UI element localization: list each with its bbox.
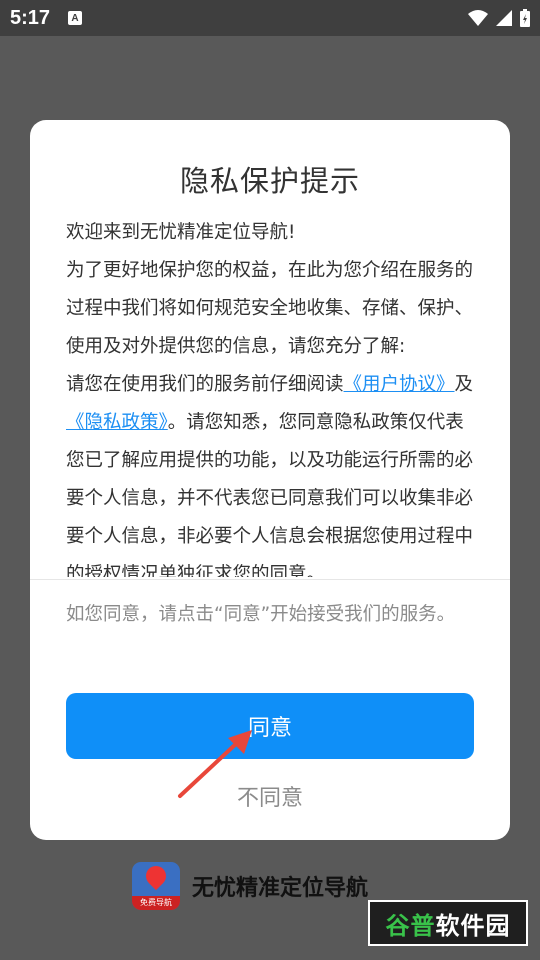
policy-prefix: 请您在使用我们的服务前仔细阅读 [66, 374, 344, 395]
policy-paragraph: 请您在使用我们的服务前仔细阅读《用户协议》及《隐私政策》。请您知悉，您同意隐私政… [66, 366, 476, 577]
notification-a-icon: A [68, 11, 83, 25]
status-time: 5:17 [10, 6, 51, 29]
policy-suffix: 。请您知悉，您同意隐私政策仅代表您已了解应用提供的功能，以及功能运行所需的必要个… [66, 412, 474, 577]
battery-icon [520, 9, 530, 27]
privacy-dialog: 隐私保护提示 欢迎来到无忧精准定位导航! 为了更好地保护您的权益，在此为您介绍在… [30, 120, 510, 840]
status-icons [468, 9, 530, 27]
consent-notice: 如您同意，请点击“同意”开始接受我们的服务。 [66, 604, 456, 625]
map-pin-icon [141, 862, 171, 891]
user-agreement-link[interactable]: 《用户协议》 [344, 374, 455, 395]
watermark-logo: 谷普 软件园 [368, 900, 528, 946]
watermark-part1: 谷普 [385, 911, 436, 940]
wifi-icon [468, 10, 488, 26]
intro-paragraph: 为了更好地保护您的权益，在此为您介绍在服务的过程中我们将如何规范安全地收集、存储… [66, 260, 474, 357]
signal-icon [496, 10, 512, 26]
disagree-button[interactable]: 不同意 [30, 780, 510, 812]
status-bar: 5:17 A [0, 0, 540, 36]
app-launch-label: 免费导航 无忧精准定位导航 [132, 862, 368, 910]
dialog-title: 隐私保护提示 [179, 164, 360, 198]
app-name: 无忧精准定位导航 [192, 876, 369, 901]
pointer-arrow-icon [178, 730, 252, 798]
watermark-part2: 软件园 [435, 911, 511, 940]
and-text: 及 [454, 374, 474, 395]
content-divider [30, 579, 510, 580]
agree-button[interactable]: 同意 [66, 693, 474, 759]
app-icon-badge: 免费导航 [132, 896, 180, 910]
privacy-content-scroll[interactable]: 欢迎来到无忧精准定位导航! 为了更好地保护您的权益，在此为您介绍在服务的过程中我… [66, 214, 476, 577]
app-logo-icon: 免费导航 [132, 862, 180, 910]
privacy-policy-link[interactable]: 《隐私政策》 [66, 412, 168, 433]
welcome-text: 欢迎来到无忧精准定位导航! [66, 222, 296, 243]
